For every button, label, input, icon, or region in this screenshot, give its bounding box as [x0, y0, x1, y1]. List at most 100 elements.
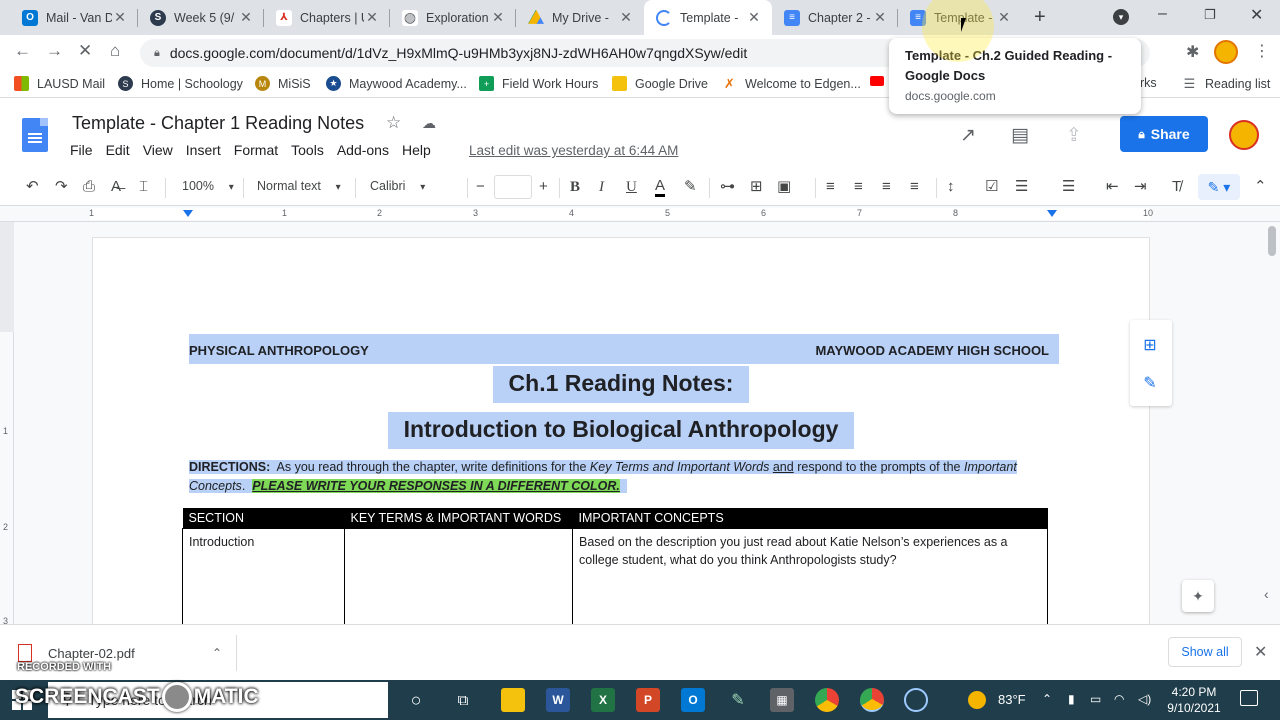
- align-center-icon[interactable]: ≡: [854, 178, 863, 196]
- close-icon[interactable]: ✕: [872, 9, 888, 26]
- screencast-recorder-icon[interactable]: [904, 688, 928, 712]
- increase-font-size-icon[interactable]: +: [539, 178, 548, 196]
- bookmark-maywood[interactable]: ★ Maywood Academy...: [326, 76, 467, 91]
- suggest-edits-icon[interactable]: ✎: [1135, 368, 1165, 398]
- bookmark-schoology[interactable]: S Home | Schoology: [118, 76, 243, 91]
- wifi-icon[interactable]: ◠: [1114, 692, 1124, 706]
- chevron-up-icon[interactable]: ⌃: [212, 646, 222, 660]
- redo-icon[interactable]: ↷: [55, 178, 68, 196]
- outlook-icon[interactable]: O: [681, 688, 705, 712]
- close-icon[interactable]: ✕: [746, 9, 762, 26]
- close-icon[interactable]: ✕: [996, 9, 1012, 26]
- menu-format[interactable]: Format: [234, 142, 278, 158]
- menu-view[interactable]: View: [143, 142, 173, 158]
- vertical-ruler[interactable]: 1 2 3: [0, 222, 14, 624]
- right-indent-marker[interactable]: [1047, 210, 1057, 217]
- back-icon[interactable]: ←: [14, 41, 31, 61]
- powerpoint-icon[interactable]: P: [636, 688, 660, 712]
- text-color-button[interactable]: A: [655, 178, 666, 197]
- horizontal-ruler[interactable]: 1 1 2 3 4 5 6 7 8 10: [0, 206, 1280, 222]
- account-avatar[interactable]: [1229, 120, 1259, 150]
- bookmark-google-drive[interactable]: Google Drive: [612, 76, 708, 91]
- left-indent-marker[interactable]: [183, 210, 193, 217]
- docs-logo-icon[interactable]: [22, 118, 48, 152]
- menu-file[interactable]: File: [70, 142, 93, 158]
- temperature[interactable]: 83°F: [998, 692, 1026, 707]
- calculator-icon[interactable]: ▦: [770, 688, 794, 712]
- microphone-icon[interactable]: ▮: [1068, 692, 1075, 706]
- font-select[interactable]: Calibri: [370, 179, 460, 193]
- bookmark-reading-list[interactable]: ☰ Reading list: [1182, 76, 1270, 91]
- cell-key-terms[interactable]: [344, 527, 573, 624]
- weather-sun-icon[interactable]: [968, 691, 986, 709]
- document-title[interactable]: Template - Chapter 1 Reading Notes: [72, 113, 364, 134]
- chrome-active-icon[interactable]: [860, 688, 884, 712]
- volume-icon[interactable]: ◁): [1138, 692, 1151, 706]
- align-right-icon[interactable]: ≡: [882, 178, 891, 196]
- notifications-icon[interactable]: [1240, 690, 1258, 706]
- new-tab-button[interactable]: +: [1034, 6, 1046, 29]
- close-icon[interactable]: ✕: [490, 9, 506, 26]
- decrease-font-size-icon[interactable]: −: [476, 178, 485, 196]
- insert-link-icon[interactable]: ⊶: [720, 178, 735, 196]
- window-close-icon[interactable]: ✕: [1250, 5, 1263, 25]
- italic-button[interactable]: I: [599, 178, 604, 196]
- print-icon[interactable]: ⎙: [83, 178, 95, 196]
- browser-tab-exploration[interactable]: ◍ Exploration ✕: [390, 0, 516, 35]
- last-edit-link[interactable]: Last edit was yesterday at 6:44 AM: [469, 143, 678, 158]
- bookmark-misis[interactable]: M MiSiS: [255, 76, 311, 91]
- browser-tab-chapter2[interactable]: ≡ Chapter 2 - ✕: [772, 0, 898, 35]
- paint-format-icon[interactable]: ⌶: [139, 178, 148, 196]
- close-download-shelf-icon[interactable]: ✕: [1254, 642, 1267, 662]
- file-explorer-icon[interactable]: [501, 688, 525, 712]
- close-icon[interactable]: ✕: [112, 9, 128, 26]
- show-all-button[interactable]: Show all: [1168, 637, 1242, 667]
- bookmark-lausd-mail[interactable]: LAUSD Mail: [14, 76, 105, 91]
- insert-comment-icon[interactable]: ⊞: [750, 178, 763, 196]
- browser-tab-week5[interactable]: S Week 5 (9/ ✕: [138, 0, 264, 35]
- insert-image-icon[interactable]: ▣: [777, 178, 791, 196]
- decrease-indent-icon[interactable]: ⇤: [1106, 178, 1119, 196]
- align-left-icon[interactable]: ≡: [826, 178, 835, 196]
- checklist-icon[interactable]: ☑: [985, 178, 998, 196]
- underline-button[interactable]: U: [626, 178, 637, 196]
- add-comment-icon[interactable]: ⊞: [1135, 330, 1165, 360]
- battery-icon[interactable]: ▭: [1090, 692, 1101, 706]
- excel-icon[interactable]: X: [591, 688, 615, 712]
- restore-icon[interactable]: ❐: [1204, 7, 1216, 23]
- home-icon[interactable]: ⌂: [110, 41, 120, 61]
- zoom-select[interactable]: 100%: [182, 179, 234, 193]
- menu-insert[interactable]: Insert: [186, 142, 221, 158]
- bulleted-list-icon[interactable]: ☰: [1015, 178, 1028, 196]
- increase-indent-icon[interactable]: ⇥: [1134, 178, 1147, 196]
- cloud-status-icon[interactable]: ☁: [422, 115, 436, 132]
- browser-tab-drive[interactable]: My Drive - ✕: [516, 0, 644, 35]
- undo-icon[interactable]: ↶: [26, 178, 39, 196]
- bold-button[interactable]: B: [570, 178, 580, 196]
- star-icon[interactable]: ☆: [386, 113, 401, 133]
- browser-tab-template-active[interactable]: Template - ✕: [644, 0, 772, 35]
- menu-help[interactable]: Help: [402, 142, 431, 158]
- line-spacing-icon[interactable]: ↕: [947, 178, 955, 196]
- activity-trend-icon[interactable]: ↗: [960, 124, 976, 147]
- bookmark-field-work[interactable]: + Field Work Hours: [479, 76, 598, 91]
- browser-tab-mail[interactable]: O Mail - Van D ✕: [10, 0, 138, 35]
- bookmark-edgenuity[interactable]: ✗ Welcome to Edgen...: [722, 76, 861, 91]
- font-size-input[interactable]: [494, 175, 532, 199]
- style-select[interactable]: Normal text: [257, 179, 341, 193]
- browser-tab-chapters[interactable]: ⅄ Chapters | U ✕: [264, 0, 390, 35]
- browser-menu-icon[interactable]: ⋮: [1254, 41, 1270, 61]
- close-icon[interactable]: ✕: [238, 9, 254, 26]
- tab-search-icon[interactable]: ▾: [1113, 9, 1129, 25]
- side-panel-chevron-icon[interactable]: ‹: [1264, 586, 1269, 602]
- vertical-scrollbar[interactable]: [1268, 226, 1276, 256]
- collapse-toolbar-icon[interactable]: ⌃: [1254, 178, 1267, 196]
- cortana-icon[interactable]: ○: [404, 688, 428, 712]
- explore-button[interactable]: ✦: [1182, 580, 1214, 612]
- task-view-icon[interactable]: ⧉: [451, 688, 475, 712]
- word-icon[interactable]: W: [546, 688, 570, 712]
- paint-icon[interactable]: ✎: [726, 688, 750, 712]
- close-icon[interactable]: ✕: [364, 9, 380, 26]
- extensions-icon[interactable]: ✱: [1186, 42, 1199, 62]
- clear-formatting-icon[interactable]: T̸: [1172, 178, 1181, 196]
